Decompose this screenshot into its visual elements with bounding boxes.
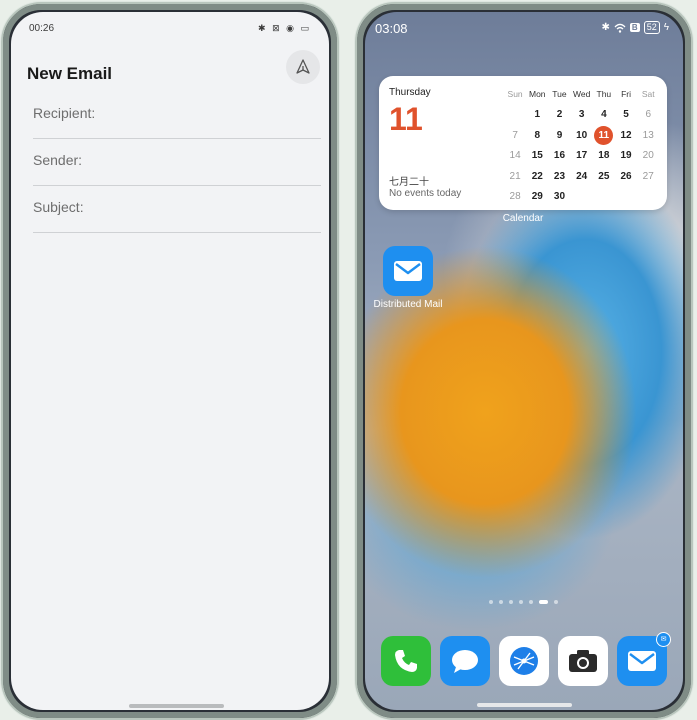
status-icons: ✱ ⊠ ◉ ▭ <box>258 23 311 33</box>
calendar-week-row: 28 29 30 <box>504 187 660 208</box>
calendar-header-row: Sun Mon Tue Wed Thu Fri Sat <box>504 84 660 105</box>
calendar-day: 25 <box>598 170 610 182</box>
phone-left: 00:26 ✱ ⊠ ◉ ▭ New Email Recipient: Sende… <box>1 2 339 720</box>
calendar-day: 11 <box>593 125 615 145</box>
calendar-day: 27 <box>642 170 654 182</box>
calendar-day: 3 <box>578 109 585 121</box>
distributed-mail-app[interactable] <box>383 246 433 296</box>
calendar-day: 24 <box>576 170 588 182</box>
recipient-label: Recipient: <box>33 105 96 121</box>
calendar-week-row: 21 22 23 24 25 26 27 <box>504 166 660 187</box>
calendar-day: 14 <box>509 150 521 162</box>
message-icon <box>452 650 478 673</box>
calendar-day: 8 <box>534 129 541 141</box>
browser-icon <box>510 647 538 675</box>
widget-lunar-date: 七月二十 <box>389 177 429 188</box>
messages-app[interactable] <box>440 636 490 686</box>
calendar-day: 29 <box>531 191 543 203</box>
calendar-day: 28 <box>509 191 521 203</box>
sender-label: Sender: <box>33 152 83 168</box>
browser-app[interactable] <box>499 636 549 686</box>
calendar-day: 18 <box>598 150 610 162</box>
subject-label: Subject: <box>33 199 84 215</box>
b-icon: B <box>629 23 640 32</box>
calendar-day: 20 <box>642 150 654 162</box>
calendar-grid: Sun Mon Tue Wed Thu Fri Sat 1 2 3 4 5 6 7 8 9 10 11 12 13 14… <box>504 84 660 207</box>
home-indicator[interactable] <box>477 703 572 707</box>
status-icons: ✱ B 52 ϟ <box>602 21 669 34</box>
calendar-day: 2 <box>556 109 563 121</box>
distributed-mail-label: Distributed Mail <box>373 299 443 310</box>
page-indicator <box>365 600 681 604</box>
mail-app[interactable]: ✉ <box>617 632 671 686</box>
calendar-day: 13 <box>642 129 654 141</box>
calendar-day: 9 <box>556 129 563 141</box>
calendar-day: 1 <box>534 109 541 121</box>
calendar-day: 12 <box>620 129 632 141</box>
bluetooth-icon: ✱ <box>601 22 610 33</box>
phone-right: 03:08 ✱ B 52 ϟ Thursday 11 七月二十 No event… <box>355 2 693 720</box>
page-title: New Email <box>27 64 113 83</box>
status-time: 00:26 <box>29 23 55 34</box>
calendar-day: 16 <box>553 150 566 162</box>
calendar-week-row: 14 15 16 17 18 19 20 <box>504 146 660 167</box>
recipient-field[interactable]: Recipient: <box>33 91 321 139</box>
page-dot[interactable] <box>488 600 493 604</box>
widget-weekday: Thursday <box>389 87 431 98</box>
phone-icon <box>395 650 417 672</box>
page-dot[interactable] <box>498 600 503 604</box>
calendar-weekday-header: Sun <box>507 89 523 100</box>
calendar-day: 6 <box>645 109 651 121</box>
calendar-day: 21 <box>509 170 521 182</box>
calendar-widget[interactable]: Thursday 11 七月二十 No events today Sun Mon T… <box>379 76 667 210</box>
status-bar: 00:26 ✱ ⊠ ◉ ▭ <box>29 23 311 37</box>
mail-badge: ✉ <box>656 632 671 647</box>
calendar-day: 4 <box>601 109 607 121</box>
calendar-day: 30 <box>553 191 566 203</box>
home-screen: 03:08 ✱ B 52 ϟ Thursday 11 七月二十 No event… <box>365 12 683 710</box>
status-time: 03:08 <box>375 21 408 36</box>
home-indicator[interactable] <box>129 704 224 708</box>
status-bar: 03:08 ✱ B 52 ϟ <box>375 21 669 37</box>
calendar-weekday-header: Thu <box>596 89 612 100</box>
compose-screen: 00:26 ✱ ⊠ ◉ ▭ New Email Recipient: Sende… <box>11 12 329 710</box>
page-dot[interactable] <box>538 600 548 604</box>
calendar-weekday-header: Tue <box>552 89 567 100</box>
page-dot[interactable] <box>508 600 513 604</box>
subject-field[interactable]: Subject: <box>33 185 321 233</box>
sender-field[interactable]: Sender: <box>33 138 321 186</box>
charging-icon: ϟ <box>663 22 669 33</box>
calendar-week-row: 1 2 3 4 5 6 <box>504 105 660 126</box>
widget-date: 11 <box>389 101 423 137</box>
mail-icon <box>628 651 656 671</box>
calendar-weekday-header: Sat <box>641 89 655 100</box>
calendar-day: 5 <box>623 109 629 121</box>
phone-app[interactable] <box>381 636 431 686</box>
calendar-weekday-header: Wed <box>572 89 591 100</box>
calendar-day: 23 <box>553 170 566 182</box>
calendar-day: 17 <box>576 150 588 162</box>
calendar-day: 22 <box>531 170 543 182</box>
widget-events: No events today <box>389 188 462 199</box>
calendar-day: 19 <box>620 150 632 162</box>
calendar-day: 7 <box>512 129 518 141</box>
calendar-day: 26 <box>620 170 632 182</box>
send-button[interactable] <box>286 50 320 84</box>
page-dot[interactable] <box>528 600 533 604</box>
dock: ✉ <box>381 632 671 686</box>
send-icon <box>296 59 310 74</box>
battery-level: 52 <box>643 21 660 34</box>
page-dot[interactable] <box>518 600 523 604</box>
mail-icon <box>394 261 422 281</box>
widget-label: Calendar <box>502 213 544 224</box>
calendar-day: 10 <box>576 129 588 141</box>
wifi-icon <box>614 23 626 33</box>
calendar-weekday-header: Mon <box>529 89 546 100</box>
calendar-week-row: 7 8 9 10 11 12 13 <box>504 125 660 146</box>
camera-icon <box>569 650 597 672</box>
calendar-weekday-header: Fri <box>621 89 631 100</box>
camera-app[interactable] <box>558 636 608 686</box>
calendar-day: 15 <box>531 150 543 162</box>
page-dot[interactable] <box>553 600 558 604</box>
